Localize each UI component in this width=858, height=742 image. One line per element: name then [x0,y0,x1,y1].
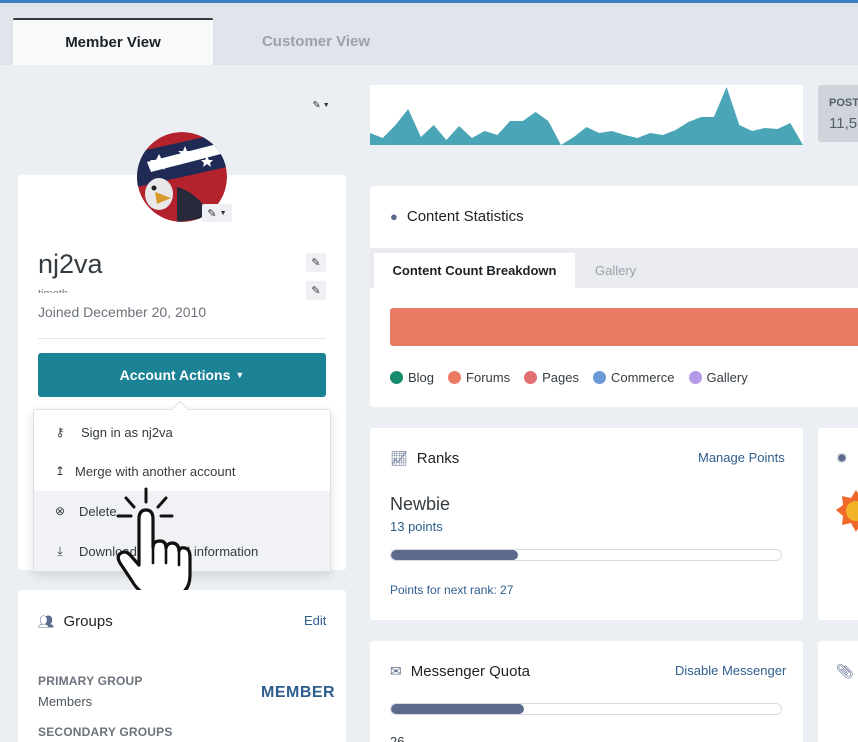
menu-item-label: Merge with another account [75,463,236,479]
legend-item-commerce: Commerce [592,370,675,385]
chevron-down-icon: ▼ [322,101,330,109]
rank-progress-fill [391,550,518,560]
legend-dot [592,371,606,384]
key-icon: ⚷ [55,425,65,439]
messenger-count: 26 [390,734,405,742]
points-next-rank: Points for next rank: 27 [390,583,514,597]
messenger-title: ✉ Messenger Quota [390,663,530,680]
pencil-icon: ✎ [311,257,321,269]
pencil-icon: ✎ [312,99,321,111]
profile-email: timoth... [38,283,77,293]
legend-dot [390,371,403,384]
profile-username: nj2va [38,249,103,279]
user-icon: ● [390,209,398,224]
messenger-quota-card: ✉ Messenger Quota Disable Messenger 26 [370,641,803,742]
activity-area [370,87,803,145]
rank-points: 13 points [390,519,443,534]
badges-card: ✹ [818,428,858,620]
tab-gallery[interactable]: Gallery [595,253,636,288]
avatar-edit-button[interactable]: ✎ ▼ [202,204,232,222]
edit-email-button[interactable]: ✎ [306,281,326,300]
ranks-title: 📈︎ Ranks [390,450,459,467]
legend-label: Blog [408,370,435,385]
rank-progress-bar [390,549,782,561]
chevron-down-icon: ▼ [219,209,227,217]
posts-label: POST [829,97,858,109]
tab-customer-view[interactable]: Customer View [216,18,416,65]
content-legend: Blog Forums Pages Commerce Gallery [390,370,748,385]
merge-arrow-icon: ↥ [54,464,66,478]
groups-title-text: Groups [63,613,113,630]
download-icon: ⤓ [57,543,63,558]
activity-sparkline-svg [370,87,803,145]
legend-item-pages: Pages [524,370,579,385]
groups-card: 👥︎ Groups Edit PRIMARY GROUP Members MEM… [18,590,346,742]
primary-group-value: Members [38,694,93,709]
legend-label: Forums [466,370,511,385]
disable-messenger-link[interactable]: Disable Messenger [675,663,786,678]
legend-item-gallery: Gallery [688,370,748,385]
primary-group-label: PRIMARY GROUP [38,674,143,688]
badge-icon [836,490,858,532]
groups-edit-link[interactable]: Edit [304,613,326,628]
attachments-card: 📎︎ [818,641,858,742]
legend-label: Pages [542,370,579,385]
posts-stat: POST 11,5 [818,85,858,142]
ranks-card: 📈︎ Ranks Manage Points Newbie 13 points … [370,428,803,620]
rank-name: Newbie [390,494,451,514]
activity-sparkline [370,85,803,145]
secondary-groups-label: SECONDARY GROUPS [38,725,173,739]
legend-label: Gallery [706,370,748,385]
manage-points-link[interactable]: Manage Points [698,450,785,465]
legend-dot [524,371,538,384]
messenger-progress-bar [390,703,782,715]
pencil-icon: ✎ [207,207,217,220]
ranks-title-text: Ranks [416,450,460,467]
trend-chart-icon: 📈︎ [390,450,408,466]
menu-item-label: Sign in as nj2va [81,424,173,440]
caret-down-icon: ▼ [235,370,245,380]
posts-value: 11,5 [829,115,858,132]
menu-item-sign-in-as[interactable]: ⚷ Sign in as nj2va [34,412,330,452]
groups-title: 👥︎ Groups [38,613,113,630]
users-icon: 👥︎ [38,613,55,629]
edit-username-button[interactable]: ✎ [306,253,326,272]
messenger-progress-fill [391,704,524,714]
messenger-title-text: Messenger Quota [410,663,530,680]
joined-date: Joined December 20, 2010 [38,304,207,320]
account-actions-button[interactable]: Account Actions ▼ [38,353,326,397]
content-statistics-card: ● Content Statistics Content Count Break… [370,186,858,407]
circle-x-icon: ⊗ [54,504,66,518]
view-tabbar: Member View Customer View [0,3,858,65]
account-actions-label: Account Actions [119,367,231,383]
legend-label: Commerce [610,370,675,385]
content-breakdown-bar [390,308,858,346]
content-statistics-title-text: Content Statistics [406,208,524,225]
tab-member-view[interactable]: Member View [13,18,213,65]
content-statistics-title: ● Content Statistics [390,208,524,225]
envelope-icon: ✉ [390,663,402,679]
pencil-icon: ✎ [311,285,321,297]
menu-item-label: Delete [79,503,117,519]
click-pointer-icon [116,487,192,599]
edit-cover-button[interactable]: ✎ ▼ [309,97,333,113]
divider [38,338,326,339]
legend-dot [688,371,702,384]
legend-item-blog: Blog [390,370,434,385]
paperclip-icon: 📎︎ [836,663,854,679]
gear-icon: ✹ [836,450,848,466]
legend-item-forums: Forums [448,370,510,385]
content-statistics-tabs: Content Count Breakdown Gallery [370,248,858,288]
member-group-badge: MEMBER [261,684,336,701]
legend-dot [448,371,462,384]
tab-content-count-breakdown[interactable]: Content Count Breakdown [374,253,575,288]
